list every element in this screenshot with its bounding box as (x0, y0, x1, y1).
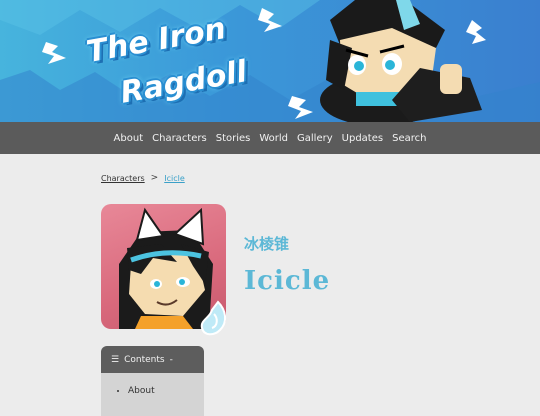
contents-title: Contents (124, 354, 165, 365)
character-name-english: Icicle (244, 266, 331, 296)
character-illustration (320, 0, 482, 122)
nav-world[interactable]: World (259, 133, 288, 144)
character-name-chinese: 冰棱锥 (244, 235, 290, 253)
table-of-contents: ☰ Contents - About (101, 346, 204, 416)
breadcrumb-current[interactable]: Icicle (164, 174, 185, 183)
breadcrumb-characters[interactable]: Characters (101, 174, 145, 183)
site-banner: The Iron Ragdoll (0, 0, 540, 122)
list-icon: ☰ (111, 354, 120, 365)
nav-about[interactable]: About (114, 133, 144, 144)
collapse-toggle[interactable]: - (170, 355, 173, 365)
contents-list: About (101, 386, 204, 396)
chevron-right-icon: > (150, 173, 159, 183)
nav-gallery[interactable]: Gallery (297, 133, 333, 144)
contents-header[interactable]: ☰ Contents - (101, 346, 204, 373)
nav-stories[interactable]: Stories (216, 133, 251, 144)
banner-art (0, 0, 540, 122)
breadcrumb: Characters > Icicle (101, 173, 185, 183)
contents-item-about[interactable]: About (128, 386, 204, 396)
ice-flame-icon (200, 300, 226, 336)
nav-search[interactable]: Search (392, 133, 426, 144)
nav-characters[interactable]: Characters (152, 133, 207, 144)
main-nav: About Characters Stories World Gallery U… (0, 122, 540, 154)
contents-link-about[interactable]: About (128, 386, 155, 396)
nav-updates[interactable]: Updates (342, 133, 383, 144)
